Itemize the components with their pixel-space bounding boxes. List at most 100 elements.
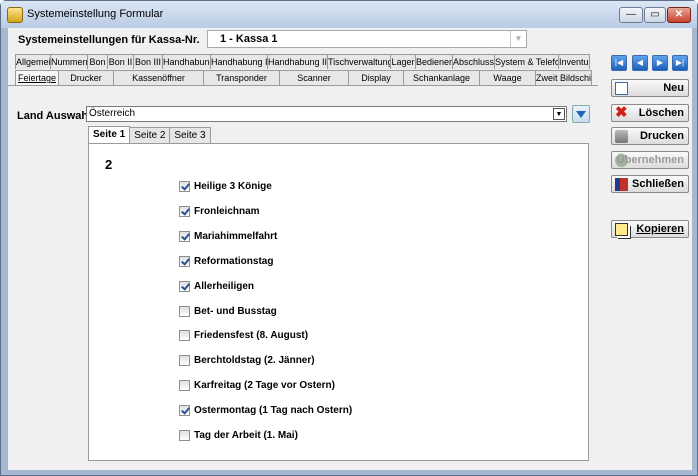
holiday-label: Heilige 3 Könige xyxy=(194,180,272,192)
app-window: Systemeinstellung Formular — ▭ ✕ Systeme… xyxy=(0,0,698,476)
tab-handhabung-ii[interactable]: Handhabung II xyxy=(210,54,268,69)
tab-allgemein[interactable]: Allgemein xyxy=(15,54,51,69)
filter-icon[interactable] xyxy=(572,105,590,123)
chevron-down-icon[interactable]: ▼ xyxy=(553,108,565,120)
holiday-row[interactable]: Reformationstag xyxy=(179,254,273,268)
tab-abschluss[interactable]: Abschluss xyxy=(452,54,495,69)
holiday-label: Friedensfest (8. August) xyxy=(194,329,309,341)
holiday-row[interactable]: Tag der Arbeit (1. Mai) xyxy=(179,428,298,442)
last-record-icon[interactable]: ▶| xyxy=(672,55,688,71)
holiday-label: Reformationstag xyxy=(194,255,274,267)
app-icon xyxy=(7,7,23,23)
holiday-label: Fronleichnam xyxy=(194,205,260,217)
chevron-down-icon[interactable]: ▼ xyxy=(510,31,526,47)
window-title: Systemeinstellung Formular xyxy=(27,8,164,20)
land-select[interactable]: Österreich ▼ xyxy=(86,106,567,122)
print-button[interactable]: Drucken xyxy=(611,127,689,145)
tab-waage[interactable]: Waage xyxy=(479,70,536,85)
tab-row-2: Feiertage Drucker Kassenöffner Transpond… xyxy=(15,70,592,85)
tab-handhabung-iii[interactable]: Handhabung III xyxy=(267,54,328,69)
holiday-row[interactable]: Berchtoldstag (2. Jänner) xyxy=(179,353,315,367)
land-selected-value: Österreich xyxy=(89,108,136,119)
holiday-row[interactable]: Allerheiligen xyxy=(179,279,254,293)
kassa-label: Systemeinstellungen für Kassa-Nr. xyxy=(18,34,200,46)
close-button-label: Schließen xyxy=(632,178,684,190)
tab-schankanlage[interactable]: Schankanlage xyxy=(403,70,480,85)
holiday-checkbox[interactable] xyxy=(179,329,190,341)
form-area: Systemeinstellungen für Kassa-Nr. 1 - Ka… xyxy=(8,28,692,470)
holiday-checkbox[interactable] xyxy=(179,379,190,391)
copy-button[interactable]: Kopieren xyxy=(611,220,689,238)
land-label: Land Auswahl xyxy=(17,110,92,122)
kassa-selected-value: 1 - Kassa 1 xyxy=(220,33,278,45)
tab-system-telefon[interactable]: System & Telefon xyxy=(494,54,559,69)
new-document-icon xyxy=(615,82,628,95)
new-button-label: Neu xyxy=(663,82,684,94)
holiday-checkbox[interactable] xyxy=(179,354,190,366)
holiday-label: Allerheiligen xyxy=(194,280,255,292)
delete-icon: ✖ xyxy=(615,104,628,121)
holiday-row[interactable]: Mariahimmelfahrt xyxy=(179,229,277,243)
apply-button[interactable]: Übernehmen xyxy=(611,151,689,169)
tab-zweit-bildschirm[interactable]: Zweit Bildschirm xyxy=(535,70,592,85)
holiday-label: Karfreitag (2 Tage vor Ostern) xyxy=(194,379,335,391)
copy-button-label: Kopieren xyxy=(636,223,684,235)
holiday-checkbox[interactable] xyxy=(179,429,190,441)
holiday-row[interactable]: Ostermontag (1 Tag nach Ostern) xyxy=(179,403,352,417)
holiday-row[interactable]: Bet- und Busstag xyxy=(179,304,277,318)
tab-kassenoeffner[interactable]: Kassenöffner xyxy=(113,70,204,85)
new-button[interactable]: Neu xyxy=(611,79,689,97)
tab-display[interactable]: Display xyxy=(348,70,404,85)
tab-nummern[interactable]: Nummern xyxy=(50,54,88,69)
holiday-label: Ostermontag (1 Tag nach Ostern) xyxy=(194,404,353,416)
tab-tischverwaltung[interactable]: Tischverwaltung xyxy=(327,54,391,69)
holiday-row[interactable]: Friedensfest (8. August) xyxy=(179,328,308,342)
holiday-label: Mariahimmelfahrt xyxy=(194,230,278,242)
tab-bon[interactable]: Bon xyxy=(87,54,108,69)
holiday-checkbox[interactable] xyxy=(179,230,190,242)
tab-seite-2[interactable]: Seite 2 xyxy=(129,127,171,144)
holiday-label: Berchtoldstag (2. Jänner) xyxy=(194,354,315,366)
tab-drucker[interactable]: Drucker xyxy=(58,70,114,85)
tab-bon-ii[interactable]: Bon II xyxy=(107,54,134,69)
first-record-icon[interactable]: |◀ xyxy=(611,55,627,71)
tab-feiertage[interactable]: Feiertage xyxy=(15,70,59,85)
previous-record-icon[interactable]: ◀ xyxy=(632,55,648,71)
tab-bediener[interactable]: Bediener xyxy=(415,54,453,69)
tab-scanner[interactable]: Scanner xyxy=(279,70,349,85)
tab-bon-iii[interactable]: Bon III xyxy=(133,54,163,69)
close-button[interactable]: Schließen xyxy=(611,175,689,193)
tab-seite-1[interactable]: Seite 1 xyxy=(88,126,131,144)
apply-button-label: Übernehmen xyxy=(616,154,684,166)
holiday-label: Tag der Arbeit (1. Mai) xyxy=(194,429,298,441)
printer-icon xyxy=(615,130,628,143)
exit-door-icon xyxy=(615,178,628,191)
page-number: 2 xyxy=(105,157,113,172)
holiday-checkbox[interactable] xyxy=(179,205,190,217)
close-window-button[interactable]: ✕ xyxy=(667,7,691,23)
holiday-checkbox[interactable] xyxy=(179,305,190,317)
holiday-row[interactable]: Karfreitag (2 Tage vor Ostern) xyxy=(179,378,335,392)
print-button-label: Drucken xyxy=(639,130,684,142)
holiday-checkbox[interactable] xyxy=(179,180,190,192)
delete-button-label: Löschen xyxy=(638,107,684,119)
holiday-checkbox[interactable] xyxy=(179,255,190,267)
tab-row-1: Allgemein Nummern Bon Bon II Bon III Han… xyxy=(15,54,590,69)
holiday-row[interactable]: Heilige 3 Könige xyxy=(179,179,272,193)
tab-seite-3[interactable]: Seite 3 xyxy=(169,127,211,144)
tab-handhabung[interactable]: Handhabung xyxy=(162,54,211,69)
copy-icon xyxy=(615,223,628,236)
maximize-button[interactable]: ▭ xyxy=(644,7,666,23)
tab-transponder[interactable]: Transponder xyxy=(203,70,280,85)
next-record-icon[interactable]: ▶ xyxy=(652,55,668,71)
holiday-row[interactable]: Fronleichnam xyxy=(179,204,260,218)
kassa-select[interactable]: 1 - Kassa 1 ▼ xyxy=(207,30,527,48)
holiday-label: Bet- und Busstag xyxy=(194,305,277,317)
tab-inventur[interactable]: Inventur xyxy=(558,54,590,69)
tab-lager[interactable]: Lager xyxy=(390,54,416,69)
minimize-button[interactable]: — xyxy=(619,7,643,23)
delete-button[interactable]: ✖ Löschen xyxy=(611,104,689,122)
holiday-checkbox[interactable] xyxy=(179,404,190,416)
title-bar: Systemeinstellung Formular — ▭ ✕ xyxy=(1,1,697,28)
holiday-checkbox[interactable] xyxy=(179,280,190,292)
